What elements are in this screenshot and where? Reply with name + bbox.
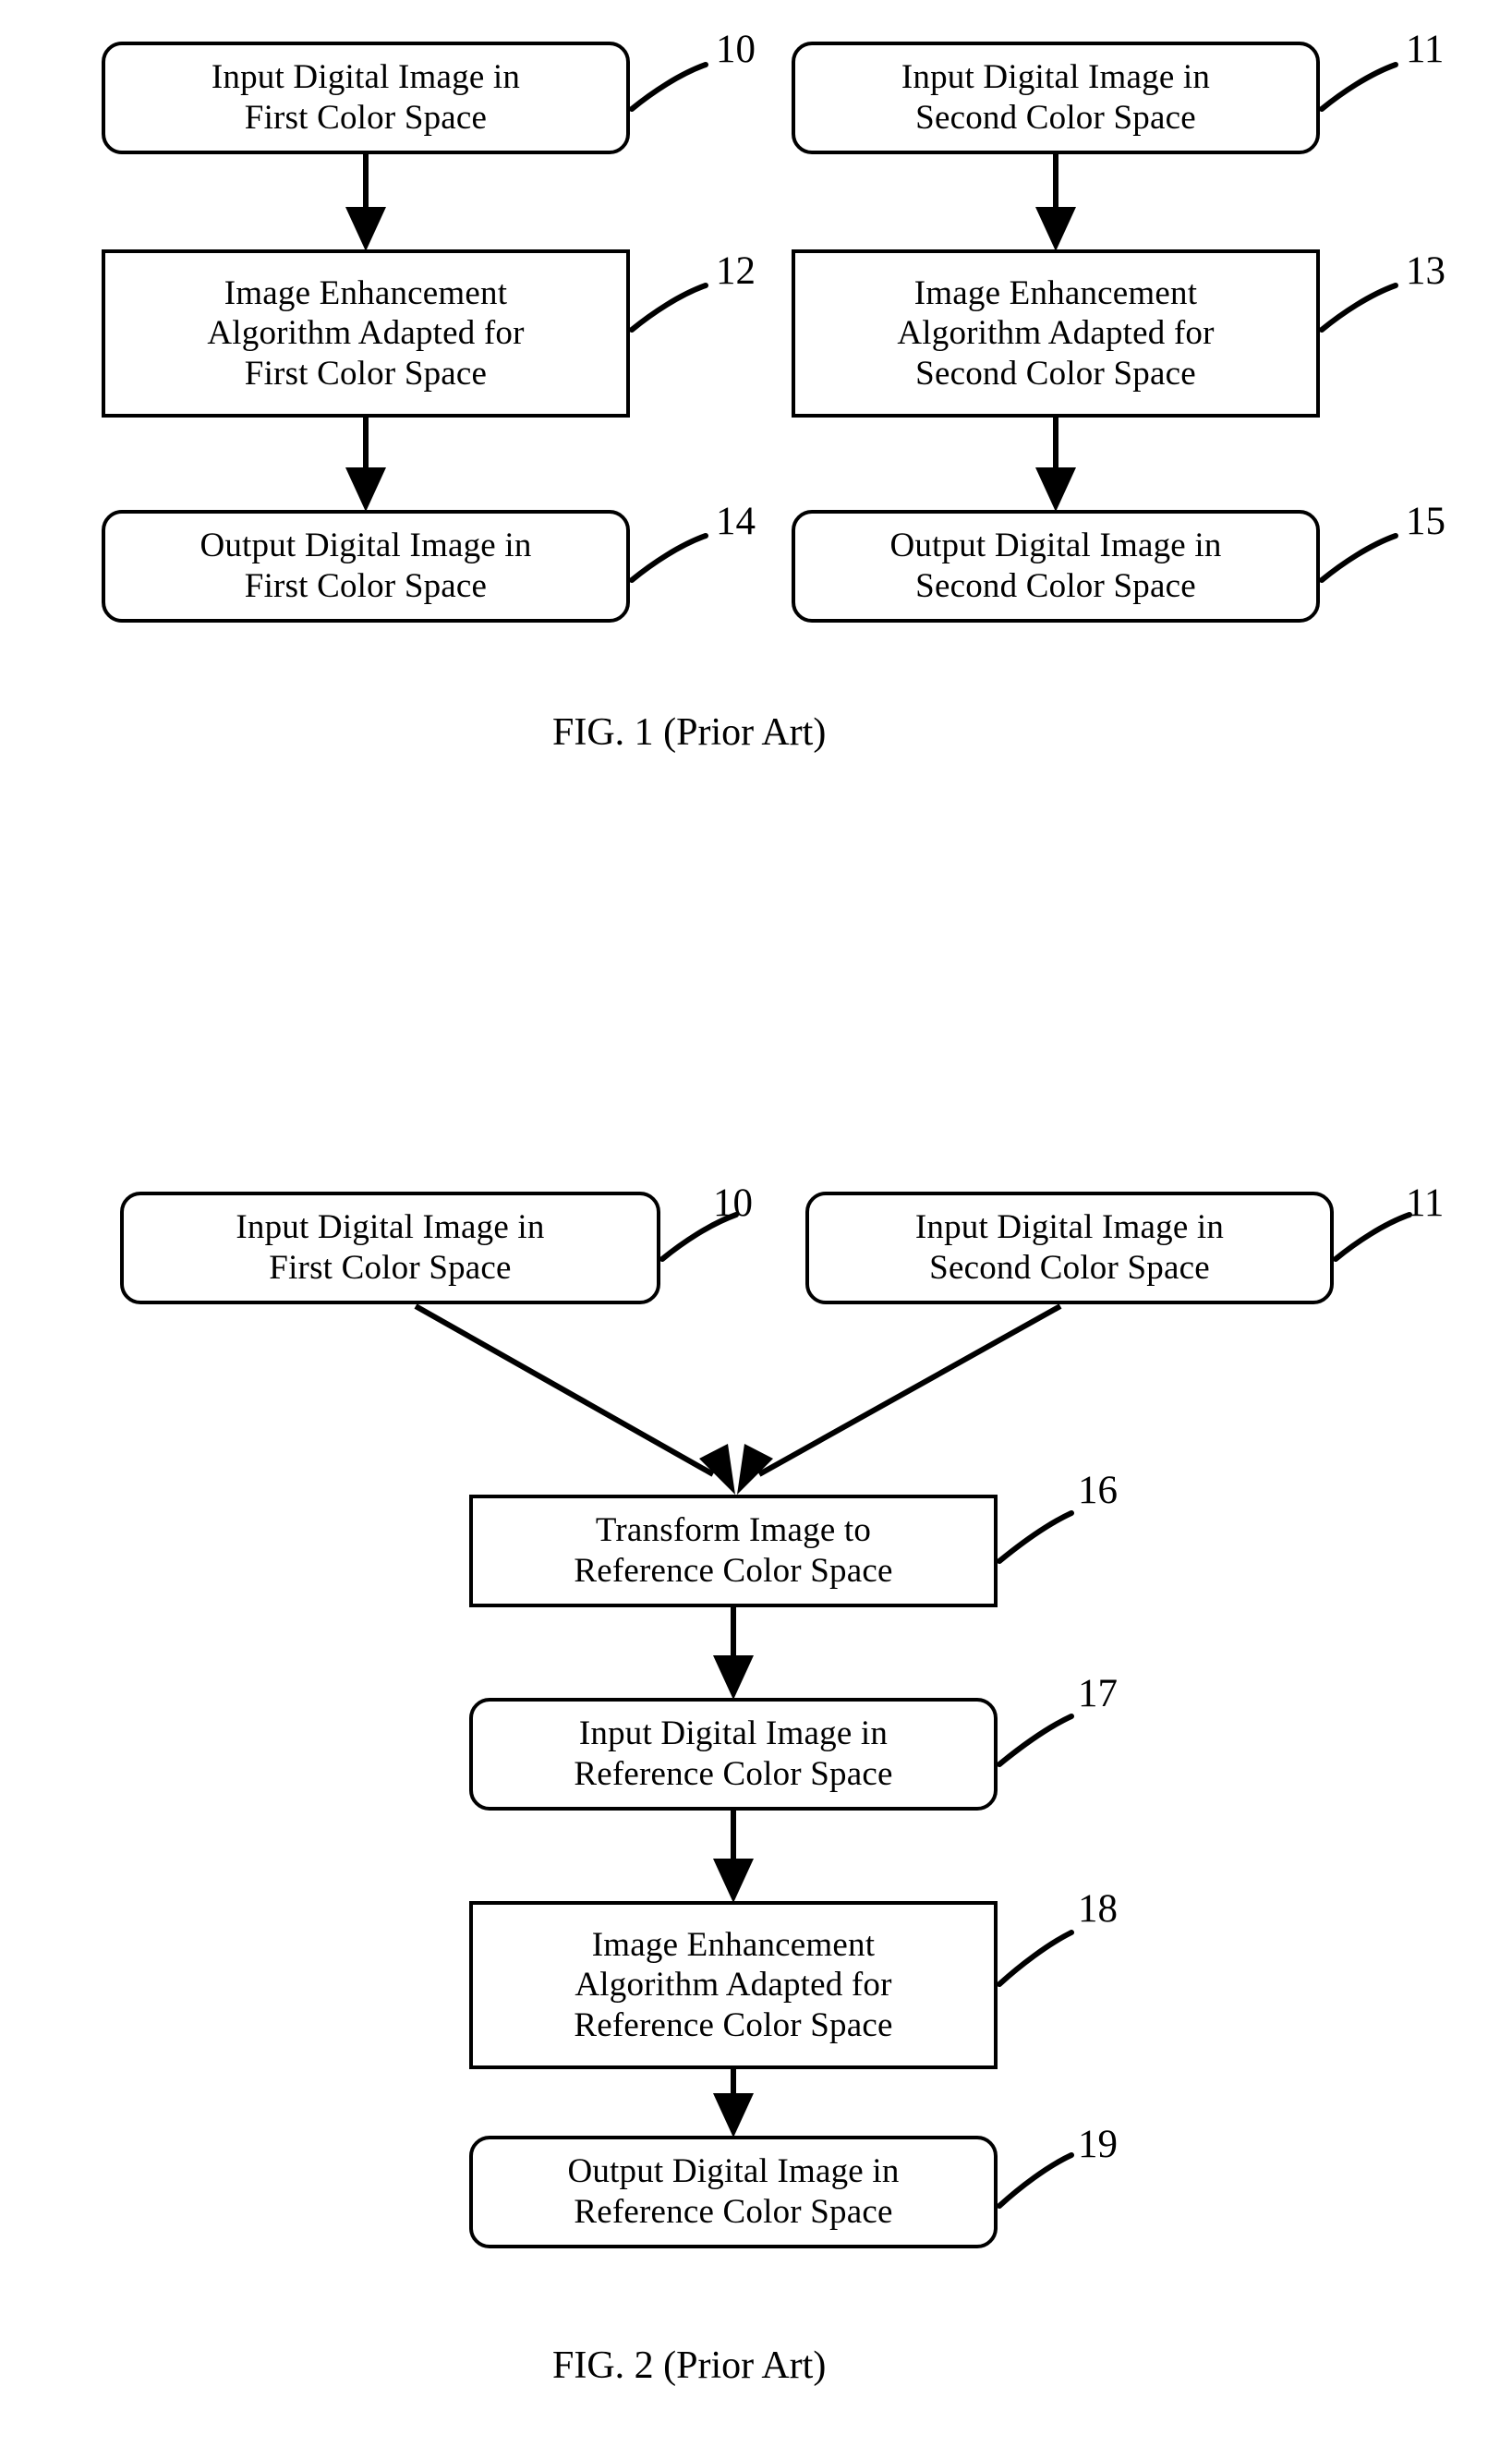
fig1-ref-11: 11 (1406, 28, 1445, 71)
fig1-leader-11 (1319, 62, 1398, 112)
fig1-ref-14: 14 (716, 500, 756, 543)
fig1-node-10-line-2: First Color Space (244, 99, 488, 137)
patent-drawing-sheet: Input Digital Image in First Color Space… (0, 0, 1512, 2459)
fig1-ref-10: 10 (716, 28, 756, 71)
fig2-node-19-line-2: Reference Color Space (574, 2193, 893, 2231)
fig2-node-10-line-1: Input Digital Image in (236, 1208, 545, 1247)
fig2-leader-17 (997, 1714, 1074, 1767)
fig2-ref-18: 18 (1078, 1887, 1118, 1931)
fig2-node-11-line-1: Input Digital Image in (914, 1208, 1225, 1247)
fig1-ref-13: 13 (1406, 249, 1445, 293)
fig2-node-18-line-2: Algorithm Adapted for (575, 1966, 892, 2005)
fig2-node-17: Input Digital Image in Reference Color S… (469, 1698, 998, 1811)
fig1-arrow-13-to-15 (1035, 418, 1076, 512)
fig2-leader-19 (997, 2152, 1074, 2209)
fig1-node-13: Image Enhancement Algorithm Adapted for … (792, 249, 1320, 418)
fig2-ref-16: 16 (1078, 1469, 1118, 1512)
fig1-leader-12 (629, 283, 708, 333)
fig1-ref-12: 12 (716, 249, 756, 293)
fig1-node-12-line-2: Algorithm Adapted for (207, 314, 525, 353)
fig1-node-13-line-1: Image Enhancement (913, 273, 1198, 312)
fig2-node-10-line-2: First Color Space (269, 1249, 512, 1287)
fig1-node-15-line-2: Second Color Space (915, 567, 1196, 605)
fig2-arrow-18-to-19 (713, 2069, 754, 2138)
fig2-ref-17: 17 (1078, 1672, 1118, 1715)
fig1-leader-10 (629, 62, 708, 112)
fig1-leader-15 (1319, 533, 1398, 583)
fig2-ref-10: 10 (713, 1181, 753, 1225)
fig2-leader-16 (997, 1510, 1074, 1564)
fig2-node-17-line-2: Reference Color Space (574, 1755, 893, 1793)
fig1-node-15: Output Digital Image in Second Color Spa… (792, 510, 1320, 623)
fig1-leader-13 (1319, 283, 1398, 333)
fig2-leader-18 (997, 1930, 1074, 1987)
fig1-node-12-line-1: Image Enhancement (224, 273, 508, 312)
fig2-arrow-16-to-17 (713, 1607, 754, 1700)
fig2-leader-11 (1333, 1212, 1412, 1262)
fig2-node-18-line-3: Reference Color Space (574, 2005, 893, 2044)
fig2-node-18-line-1: Image Enhancement (591, 1925, 876, 1964)
fig1-caption: FIG. 1 (Prior Art) (552, 711, 827, 754)
fig1-node-11-line-1: Input Digital Image in (901, 58, 1211, 97)
fig1-node-12: Image Enhancement Algorithm Adapted for … (102, 249, 630, 418)
fig2-node-10: Input Digital Image in First Color Space (120, 1192, 660, 1304)
fig2-node-17-line-1: Input Digital Image in (578, 1714, 889, 1753)
fig2-arrow-11-to-16 (737, 1303, 1062, 1495)
fig2-node-18: Image Enhancement Algorithm Adapted for … (469, 1901, 998, 2069)
fig2-node-16: Transform Image to Reference Color Space (469, 1495, 998, 1607)
fig2-node-19: Output Digital Image in Reference Color … (469, 2136, 998, 2248)
fig1-arrow-12-to-14 (345, 418, 386, 512)
fig1-ref-15: 15 (1406, 500, 1445, 543)
fig2-node-11-line-2: Second Color Space (929, 1249, 1210, 1287)
fig1-node-12-line-3: First Color Space (244, 354, 488, 393)
fig1-node-11-line-2: Second Color Space (915, 99, 1196, 137)
fig2-ref-19: 19 (1078, 2123, 1118, 2166)
fig1-node-14-line-1: Output Digital Image in (200, 527, 532, 565)
fig1-node-13-line-2: Algorithm Adapted for (897, 314, 1215, 353)
fig1-node-10: Input Digital Image in First Color Space (102, 42, 630, 154)
fig1-node-14-line-2: First Color Space (244, 567, 488, 605)
fig2-node-11: Input Digital Image in Second Color Spac… (805, 1192, 1334, 1304)
fig2-node-19-line-1: Output Digital Image in (567, 2152, 900, 2191)
fig2-arrow-17-to-18 (713, 1811, 754, 1903)
fig1-node-13-line-3: Second Color Space (915, 354, 1196, 393)
fig1-node-14: Output Digital Image in First Color Spac… (102, 510, 630, 623)
fig2-arrow-10-to-16 (414, 1303, 735, 1495)
fig2-ref-11: 11 (1406, 1181, 1445, 1225)
fig1-leader-14 (629, 533, 708, 583)
fig1-arrow-10-to-12 (345, 154, 386, 251)
fig1-node-15-line-1: Output Digital Image in (889, 527, 1222, 565)
fig2-node-16-line-2: Reference Color Space (574, 1552, 893, 1590)
fig1-node-11: Input Digital Image in Second Color Spac… (792, 42, 1320, 154)
fig2-caption: FIG. 2 (Prior Art) (552, 2344, 827, 2387)
fig1-arrow-11-to-13 (1035, 154, 1076, 251)
fig1-node-10-line-1: Input Digital Image in (211, 58, 521, 97)
fig2-node-16-line-1: Transform Image to (595, 1511, 872, 1550)
